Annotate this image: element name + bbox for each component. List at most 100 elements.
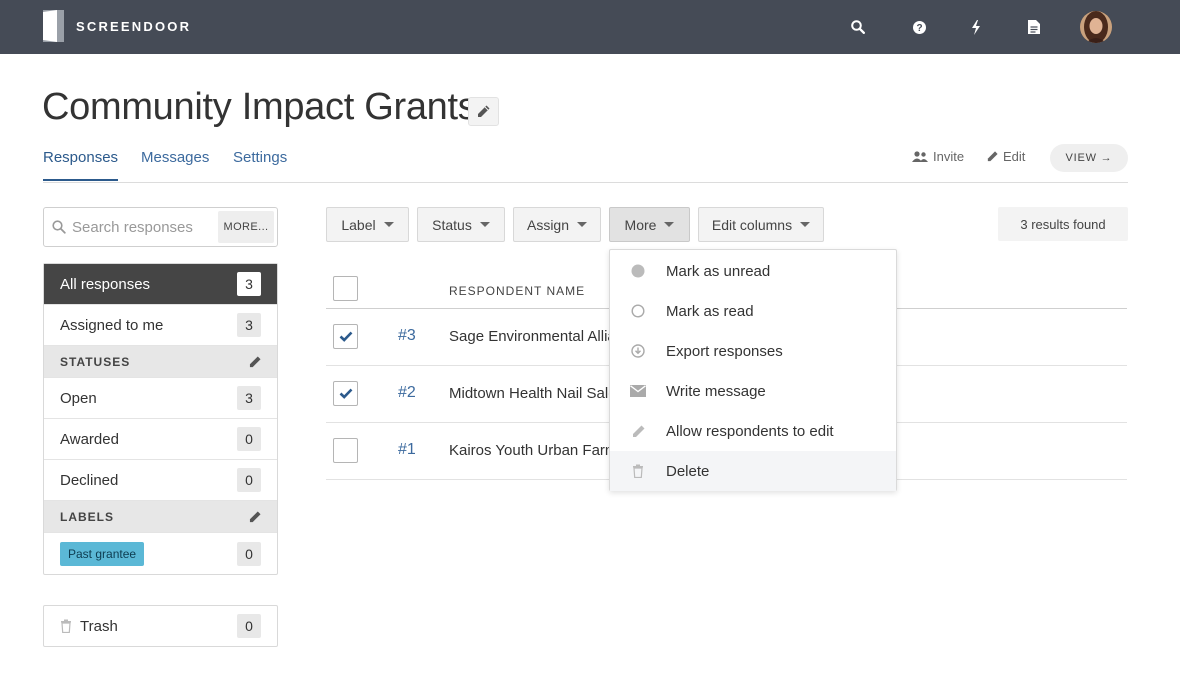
- tab-responses[interactable]: Responses: [43, 149, 119, 181]
- respondent-name[interactable]: Midtown Health Nail Salon: [449, 385, 614, 402]
- caret-down-icon: [800, 222, 811, 227]
- row-checkbox[interactable]: [333, 324, 358, 349]
- search-icon[interactable]: [848, 17, 868, 37]
- more-filters-button[interactable]: MORE...: [218, 211, 274, 243]
- edit-columns-button[interactable]: Edit columns: [698, 207, 824, 242]
- sidebar-item-all-responses[interactable]: All responses 3: [44, 264, 277, 305]
- caret-down-icon: [479, 222, 490, 227]
- envelope-icon: [630, 385, 646, 397]
- sidebar-item-label: Assigned to me: [60, 316, 164, 334]
- tab-bar: Responses Messages Settings Invite Edit …: [43, 144, 1128, 183]
- search-input[interactable]: [72, 217, 232, 237]
- top-navigation-bar: SCREENDOOR ?: [0, 0, 1180, 54]
- menu-item-write-message[interactable]: Write message: [610, 371, 896, 411]
- user-avatar[interactable]: [1080, 11, 1112, 43]
- count-badge: 3: [237, 386, 261, 410]
- search-box: MORE...: [43, 207, 278, 247]
- count-badge: 0: [237, 427, 261, 451]
- download-icon: [631, 344, 645, 358]
- edit-title-button[interactable]: [468, 97, 499, 126]
- status-dropdown-button[interactable]: Status: [417, 207, 505, 242]
- row-checkbox[interactable]: [333, 438, 358, 463]
- count-badge: 0: [237, 468, 261, 492]
- section-title: LABELS: [60, 509, 114, 524]
- response-id[interactable]: #1: [398, 441, 416, 459]
- help-icon[interactable]: ?: [909, 17, 929, 37]
- sidebar-item-trash[interactable]: Trash 0: [43, 605, 278, 647]
- pencil-icon: [987, 151, 998, 162]
- count-badge: 3: [237, 272, 261, 296]
- more-dropdown-button[interactable]: More: [609, 207, 690, 242]
- view-form-button[interactable]: VIEW →: [1050, 144, 1128, 172]
- checkmark-icon: [339, 331, 352, 342]
- count-badge: 3: [237, 313, 261, 337]
- menu-item-allow-edit[interactable]: Allow respondents to edit: [610, 411, 896, 451]
- more-actions-menu: Mark as unread Mark as read Export respo…: [609, 249, 897, 491]
- caret-down-icon: [664, 222, 675, 227]
- svg-text:?: ?: [916, 23, 922, 34]
- document-icon[interactable]: [1024, 17, 1044, 37]
- invite-label: Invite: [933, 149, 965, 164]
- checkmark-icon: [339, 388, 352, 399]
- button-label: Label: [341, 216, 376, 233]
- tab-settings[interactable]: Settings: [233, 149, 287, 166]
- screendoor-logo[interactable]: SCREENDOOR: [43, 10, 191, 42]
- button-label: Assign: [526, 216, 570, 233]
- trash-icon: [633, 464, 643, 478]
- app-name: SCREENDOOR: [76, 18, 192, 34]
- sidebar-item-declined[interactable]: Declined 0: [44, 460, 277, 501]
- menu-item-delete[interactable]: Delete: [610, 451, 896, 491]
- edit-form-button[interactable]: Edit: [987, 149, 1025, 164]
- filter-sidebar: All responses 3 Assigned to me 3 STATUSE…: [43, 263, 278, 575]
- menu-item-mark-unread[interactable]: Mark as unread: [610, 251, 896, 291]
- sidebar-item-assigned-to-me[interactable]: Assigned to me 3: [44, 305, 277, 346]
- menu-item-label: Mark as read: [666, 302, 754, 320]
- sidebar-item-label: Declined: [60, 471, 119, 489]
- users-icon: [912, 150, 928, 162]
- search-icon: [52, 220, 66, 234]
- count-badge: 0: [237, 614, 261, 638]
- pencil-icon[interactable]: [249, 355, 261, 368]
- trash-icon: [61, 619, 71, 633]
- count-badge: 0: [237, 541, 261, 566]
- sidebar-item-awarded[interactable]: Awarded 0: [44, 419, 277, 460]
- sidebar-item-label: Open: [60, 389, 97, 407]
- menu-item-label: Write message: [666, 382, 766, 400]
- respondent-name[interactable]: Sage Environmental Alliance: [449, 328, 614, 345]
- respondent-name[interactable]: Kairos Youth Urban Farm: [449, 442, 614, 459]
- filled-circle-icon: [631, 264, 645, 278]
- menu-item-label: Mark as unread: [666, 262, 771, 280]
- edit-label: Edit: [1003, 149, 1026, 164]
- tab-messages[interactable]: Messages: [141, 149, 209, 166]
- menu-item-export-responses[interactable]: Export responses: [610, 331, 896, 371]
- assign-dropdown-button[interactable]: Assign: [513, 207, 601, 242]
- section-title: STATUSES: [60, 354, 131, 369]
- invite-button[interactable]: Invite: [912, 149, 964, 164]
- statuses-section-header: STATUSES: [44, 346, 277, 378]
- pencil-icon: [478, 105, 490, 117]
- select-all-checkbox[interactable]: [333, 276, 358, 301]
- button-label: Status: [432, 216, 472, 233]
- page-title: Community Impact Grants: [42, 86, 477, 128]
- button-label: More: [624, 216, 657, 233]
- labels-section-header: LABELS: [44, 501, 277, 533]
- label-chip: Past grantee: [60, 541, 145, 566]
- menu-item-label: Allow respondents to edit: [666, 422, 834, 440]
- door-logo-icon: [43, 10, 64, 42]
- response-id[interactable]: #2: [398, 384, 416, 402]
- column-header-respondent-name[interactable]: RESPONDENT NAME: [449, 284, 585, 298]
- menu-item-label: Delete: [666, 462, 710, 480]
- empty-circle-icon: [631, 304, 645, 318]
- sidebar-item-past-grantee[interactable]: Past grantee 0: [44, 533, 277, 574]
- results-count: 3 results found: [998, 207, 1128, 241]
- lightning-icon[interactable]: [966, 17, 986, 37]
- row-checkbox[interactable]: [333, 381, 358, 406]
- sidebar-item-open[interactable]: Open 3: [44, 378, 277, 419]
- sidebar-item-label: All responses: [60, 275, 151, 293]
- label-dropdown-button[interactable]: Label: [326, 207, 409, 242]
- response-id[interactable]: #3: [398, 327, 416, 345]
- pencil-icon[interactable]: [249, 510, 261, 523]
- menu-item-mark-read[interactable]: Mark as read: [610, 291, 896, 331]
- caret-down-icon: [383, 222, 394, 227]
- pencil-icon: [632, 425, 644, 437]
